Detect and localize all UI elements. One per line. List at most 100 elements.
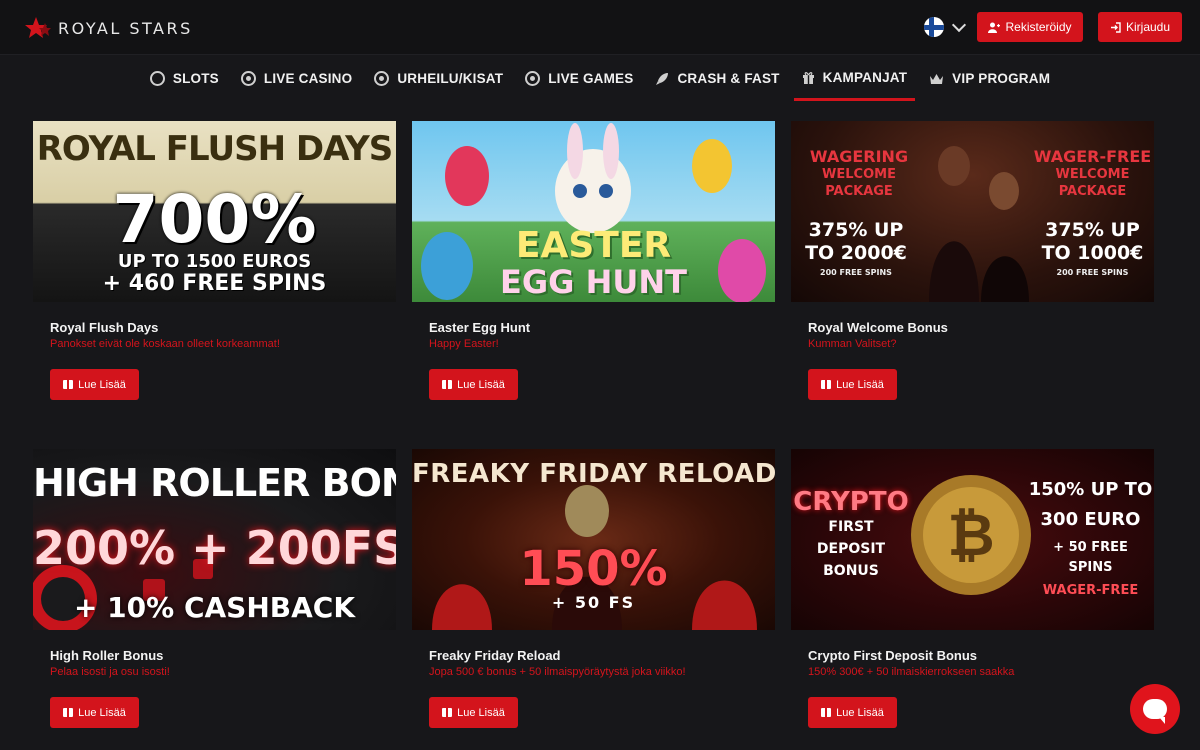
login-button[interactable]: Kirjaudu xyxy=(1098,12,1182,42)
nav-item-live-games[interactable]: LIVE GAMES xyxy=(517,56,641,101)
banner-amount: 375% UP xyxy=(808,219,904,241)
gift-icon xyxy=(821,380,832,389)
banner-small: 200 FREE SPINS xyxy=(820,268,892,277)
read-more-button[interactable]: Lue Lisää xyxy=(50,369,139,400)
banner-line: FIRST xyxy=(828,519,874,535)
promo-subtitle: 150% 300€ + 50 ilmaiskierrokseen saakka xyxy=(808,666,1015,678)
top-bar: ROYAL STARS Rekisteröidy Kirjaudu xyxy=(0,0,1200,55)
promo-banner[interactable]: ROYAL FLUSH DAYS 700% UP TO 1500 EUROS +… xyxy=(33,121,396,302)
banner-heading: WAGERING xyxy=(809,147,909,166)
finland-flag-icon xyxy=(924,17,944,37)
chat-bubble-icon xyxy=(1143,699,1167,724)
read-more-button[interactable]: Lue Lisää xyxy=(429,697,518,728)
banner-percent: 700% xyxy=(112,181,317,258)
star-logo-icon xyxy=(25,17,51,38)
promo-card-high-roller[interactable]: HIGH ROLLER BONUS 200% + 200FS + 10% CAS… xyxy=(33,449,396,728)
banner-line: + 10% CASHBACK xyxy=(73,591,356,624)
nav-label: LIVE CASINO xyxy=(263,71,353,86)
nav-label: CRASH & FAST xyxy=(677,71,780,86)
chevron-down-icon xyxy=(951,17,967,32)
banner-amount: TO 1000€ xyxy=(1041,242,1144,264)
slots-icon xyxy=(149,71,165,86)
nav-item-vip-program[interactable]: VIP PROGRAM xyxy=(921,56,1058,101)
promo-banner[interactable]: HIGH ROLLER BONUS 200% + 200FS + 10% CAS… xyxy=(33,449,396,630)
bitcoin-coin-icon: ₿ xyxy=(911,475,1031,595)
crown-icon xyxy=(930,73,944,84)
banner-heading: HIGH ROLLER BONUS xyxy=(33,461,396,505)
promo-card-welcome[interactable]: WAGERING WELCOME PACKAGE 375% UP TO 2000… xyxy=(791,121,1154,400)
banner-heading: FREAKY FRIDAY RELOAD xyxy=(412,459,775,489)
live-chat-button[interactable] xyxy=(1130,684,1180,734)
read-more-button[interactable]: Lue Lisää xyxy=(808,369,897,400)
gift-icon xyxy=(821,708,832,717)
svg-text:₿: ₿ xyxy=(947,501,994,569)
button-label: Lue Lisää xyxy=(836,378,884,391)
banner-line: PACKAGE xyxy=(1058,184,1127,199)
promo-title: Freaky Friday Reload xyxy=(429,648,561,663)
user-plus-icon xyxy=(988,22,1001,33)
banner-amount: TO 2000€ xyxy=(805,242,907,264)
logo-text: ROYAL STARS xyxy=(58,18,193,38)
nav-item-live-casino[interactable]: LIVE CASINO xyxy=(233,56,360,101)
nav-label: KAMPANJAT xyxy=(822,69,908,85)
promo-banner[interactable]: WAGERING WELCOME PACKAGE 375% UP TO 2000… xyxy=(791,121,1154,302)
banner-heading: WAGER-FREE xyxy=(1033,147,1152,166)
login-label: Kirjaudu xyxy=(1125,20,1171,34)
promo-banner[interactable]: FREAKY FRIDAY RELOAD 150% + 50 FS xyxy=(412,449,775,630)
logo[interactable]: ROYAL STARS xyxy=(24,14,193,42)
wheel-icon xyxy=(525,71,541,86)
banner-heading: ROYAL FLUSH DAYS xyxy=(36,129,394,169)
promo-subtitle: Happy Easter! xyxy=(429,338,499,350)
nav-item-kampanjat[interactable]: KAMPANJAT xyxy=(793,56,916,101)
banner-amount: 150% UP TO xyxy=(1028,479,1153,500)
gift-icon xyxy=(63,708,74,717)
nav-item-crash-fast[interactable]: CRASH & FAST xyxy=(647,56,787,101)
banner-amount: 300 EURO xyxy=(1040,509,1141,530)
banner-percent: 150% xyxy=(519,541,668,597)
language-selector[interactable] xyxy=(924,17,967,37)
gift-icon xyxy=(802,71,814,84)
hostess-silhouettes xyxy=(929,146,1029,302)
banner-heading: EASTER xyxy=(515,225,672,266)
banner-line: DEPOSIT xyxy=(816,541,886,557)
nav-label: URHEILU/KISAT xyxy=(397,71,504,86)
sign-in-icon xyxy=(1110,21,1121,33)
chip-icon xyxy=(240,71,256,86)
banner-line: BONUS xyxy=(823,563,879,579)
banner-heading: CRYPTO xyxy=(793,487,909,517)
promo-title: High Roller Bonus xyxy=(50,648,164,663)
promo-banner[interactable]: ₿ CRYPTO FIRST DEPOSIT BONUS 150% UP TO … xyxy=(791,449,1154,630)
promo-banner[interactable]: EASTER EGG HUNT xyxy=(412,121,775,302)
banner-line: + 460 FREE SPINS xyxy=(102,271,327,296)
promo-subtitle: Jopa 500 € bonus + 50 ilmaispyöräytystä … xyxy=(429,666,686,678)
nav-label: SLOTS xyxy=(172,71,219,86)
button-label: Lue Lisää xyxy=(78,706,126,719)
banner-line: EGG HUNT xyxy=(500,263,687,301)
banner-line: + 50 FS xyxy=(551,593,636,612)
banner-line: + 50 FREE xyxy=(1053,540,1128,555)
read-more-button[interactable]: Lue Lisää xyxy=(429,369,518,400)
banner-line: PACKAGE xyxy=(825,184,893,199)
promo-title: Royal Welcome Bonus xyxy=(808,320,948,335)
banner-line: UP TO 1500 EUROS xyxy=(117,251,312,272)
promo-subtitle: Panokset eivät ole koskaan olleet korkea… xyxy=(50,338,280,350)
nav-item-sports[interactable]: URHEILU/KISAT xyxy=(366,56,511,101)
rocket-icon xyxy=(656,72,669,85)
register-button[interactable]: Rekisteröidy xyxy=(977,12,1083,42)
read-more-button[interactable]: Lue Lisää xyxy=(808,697,897,728)
button-label: Lue Lisää xyxy=(836,706,884,719)
nav-label: VIP PROGRAM xyxy=(952,71,1051,86)
promo-card-royal-flush[interactable]: ROYAL FLUSH DAYS 700% UP TO 1500 EUROS +… xyxy=(33,121,396,400)
banner-line: WAGER-FREE xyxy=(1042,583,1139,598)
banner-small: 200 FREE SPINS xyxy=(1056,268,1129,277)
gift-icon xyxy=(442,380,453,389)
promo-card-freaky-friday[interactable]: FREAKY FRIDAY RELOAD 150% + 50 FS Freaky… xyxy=(412,449,775,728)
banner-amount: 375% UP xyxy=(1045,219,1140,241)
promo-card-easter[interactable]: EASTER EGG HUNT Easter Egg Hunt Happy Ea… xyxy=(412,121,775,400)
nav-item-slots[interactable]: SLOTS xyxy=(142,56,227,101)
promo-title: Royal Flush Days xyxy=(50,320,159,335)
button-label: Lue Lisää xyxy=(457,706,505,719)
gift-icon xyxy=(442,708,453,717)
read-more-button[interactable]: Lue Lisää xyxy=(50,697,139,728)
promo-card-crypto[interactable]: ₿ CRYPTO FIRST DEPOSIT BONUS 150% UP TO … xyxy=(791,449,1154,728)
